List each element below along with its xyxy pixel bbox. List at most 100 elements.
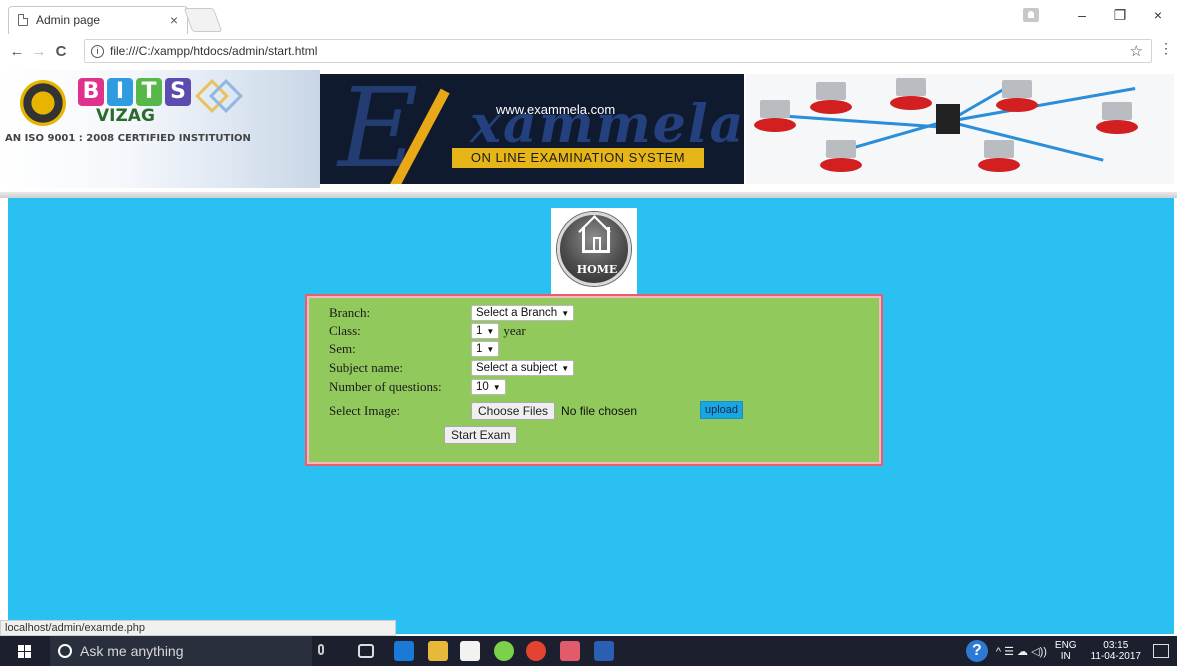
- site-url-text: www.exammela.com: [496, 102, 616, 117]
- bits-logo: B I T S VIZAG AN ISO 9001 : 2008 CERTIFI…: [0, 70, 320, 188]
- questions-select[interactable]: 10 ▼: [471, 379, 506, 395]
- bits-letters: B I T S: [78, 78, 194, 106]
- computer-desk-icon: [754, 100, 796, 132]
- house-icon: [582, 227, 610, 253]
- info-icon[interactable]: i: [91, 44, 104, 58]
- minimize-button[interactable]: –: [1063, 7, 1101, 23]
- xampp-icon[interactable]: [560, 641, 580, 661]
- edge-browser-icon[interactable]: [394, 641, 414, 661]
- window-controls: – ❐ ×: [1023, 0, 1177, 30]
- user-profile-icon[interactable]: [1023, 8, 1039, 22]
- computer-desk-icon: [1096, 102, 1138, 134]
- image-label: Select Image:: [329, 403, 401, 418]
- sem-label: Sem:: [329, 341, 356, 356]
- link-status-bar: localhost/admin/examde.php: [0, 620, 396, 636]
- microphone-icon[interactable]: [318, 644, 324, 655]
- choose-files-button[interactable]: Choose Files: [471, 402, 556, 420]
- computer-desk-icon: [996, 80, 1038, 112]
- tab-admin-page[interactable]: Admin page ×: [8, 6, 188, 34]
- vizag-text: VIZAG: [96, 106, 155, 126]
- chevron-down-icon: ▼: [561, 308, 570, 318]
- subject-control: Select a subject ▼: [471, 360, 575, 376]
- branch-label: Branch:: [329, 305, 371, 320]
- back-arrow-icon[interactable]: ←: [6, 43, 28, 60]
- url-field[interactable]: i file:///C:/xampp/htdocs/admin/start.ht…: [84, 39, 1152, 63]
- tray-icons[interactable]: ^ ☰ ☁ ◁)): [996, 645, 1047, 658]
- cortana-icon: [58, 644, 72, 658]
- task-view-icon[interactable]: [358, 644, 374, 658]
- forward-arrow-icon[interactable]: →: [28, 43, 50, 60]
- sem-select[interactable]: 1 ▼: [471, 341, 500, 357]
- bookmark-star-icon[interactable]: ☆: [1130, 42, 1143, 60]
- help-icon[interactable]: ?: [965, 640, 988, 662]
- start-exam-button[interactable]: Start Exam: [444, 426, 518, 444]
- chevron-down-icon: ▼: [486, 344, 495, 354]
- home-circle: HOME: [557, 212, 631, 286]
- app-icon[interactable]: [494, 641, 514, 661]
- tab-title: Admin page: [36, 13, 101, 27]
- iso-certification-text: AN ISO 9001 : 2008 CERTIFIED INSTITUTION: [5, 133, 251, 144]
- chrome-icon[interactable]: [526, 641, 546, 661]
- home-button[interactable]: HOME: [551, 208, 637, 294]
- network-illustration: [746, 74, 1174, 184]
- clock[interactable]: 03:15 11-04-2017: [1091, 640, 1141, 662]
- cortana-search-box[interactable]: Ask me anything: [50, 636, 312, 666]
- sem-control: 1 ▼: [471, 341, 500, 357]
- address-bar-row: ← → C i file:///C:/xampp/htdocs/admin/st…: [0, 38, 1177, 64]
- bits-letter: I: [107, 78, 133, 106]
- browser-menu-icon[interactable]: ⋮: [1159, 40, 1173, 57]
- class-select[interactable]: 1 ▼: [471, 323, 500, 339]
- system-tray: ? ^ ☰ ☁ ◁)) ENG IN 03:15 11-04-2017: [965, 636, 1177, 666]
- new-tab-button[interactable]: [183, 8, 223, 32]
- questions-label: Number of questions:: [329, 379, 442, 394]
- computer-desk-icon: [978, 140, 1020, 172]
- file-status-text: No file chosen: [561, 404, 638, 418]
- institution-seal-icon: [20, 80, 66, 126]
- lang-bottom: IN: [1060, 651, 1071, 662]
- class-control: 1 ▼ year: [471, 323, 526, 339]
- questions-control: 10 ▼: [471, 379, 506, 395]
- tab-strip: Admin page × – ❐ ×: [0, 0, 1177, 34]
- subject-label: Subject name:: [329, 360, 404, 375]
- exam-setup-form: Branch: Select a Branch ▼ Class: 1 ▼ year …: [305, 294, 883, 466]
- year-suffix: year: [503, 323, 526, 338]
- file-explorer-icon[interactable]: [428, 641, 448, 661]
- chevron-down-icon: ▼: [492, 382, 501, 392]
- exammela-logo: E xammela www.exammela.com ON LINE EXAMI…: [320, 74, 744, 184]
- tab-close-icon[interactable]: ×: [170, 12, 178, 28]
- computer-desk-icon: [810, 82, 852, 114]
- search-placeholder: Ask me anything: [80, 643, 184, 659]
- computer-desk-icon: [890, 78, 932, 110]
- server-icon: [936, 104, 960, 134]
- bits-letter: T: [136, 78, 162, 106]
- windows-taskbar: Ask me anything ? ^ ☰ ☁ ◁)) ENG IN 03:15…: [0, 636, 1177, 666]
- image-control: Choose Files No file chosen: [471, 402, 637, 420]
- network-line: [947, 120, 1104, 162]
- clock-date: 11-04-2017: [1090, 651, 1141, 662]
- chevron-down-icon: ▼: [561, 363, 570, 373]
- windows-start-icon[interactable]: [18, 645, 31, 658]
- branch-control: Select a Branch ▼: [471, 305, 575, 321]
- site-header-banner: B I T S VIZAG AN ISO 9001 : 2008 CERTIFI…: [0, 70, 1177, 190]
- notification-icon[interactable]: [1153, 644, 1169, 658]
- bits-letter: S: [165, 78, 191, 106]
- language-indicator[interactable]: ENG IN: [1055, 640, 1077, 662]
- bits-letter: B: [78, 78, 104, 106]
- reload-icon[interactable]: C: [50, 43, 72, 60]
- close-window-button[interactable]: ×: [1139, 7, 1177, 23]
- class-label: Class:: [329, 323, 361, 338]
- main-content: HOME Branch: Select a Branch ▼ Class: 1 ▼ …: [8, 198, 1174, 634]
- url-text[interactable]: file:///C:/xampp/htdocs/admin/start.html: [110, 44, 317, 58]
- clock-time: 03:15: [1103, 640, 1129, 651]
- subject-select[interactable]: Select a subject ▼: [471, 360, 575, 376]
- chevron-down-icon: ▼: [486, 326, 495, 336]
- branch-select[interactable]: Select a Branch ▼: [471, 305, 575, 321]
- restore-button[interactable]: ❐: [1101, 7, 1139, 24]
- home-label: HOME: [576, 263, 618, 276]
- computer-desk-icon: [820, 140, 862, 172]
- upload-button[interactable]: upload: [700, 401, 744, 419]
- word-icon[interactable]: [594, 641, 614, 661]
- store-icon[interactable]: [460, 641, 480, 661]
- lang-top: ENG: [1054, 640, 1077, 651]
- page-icon: [18, 14, 28, 26]
